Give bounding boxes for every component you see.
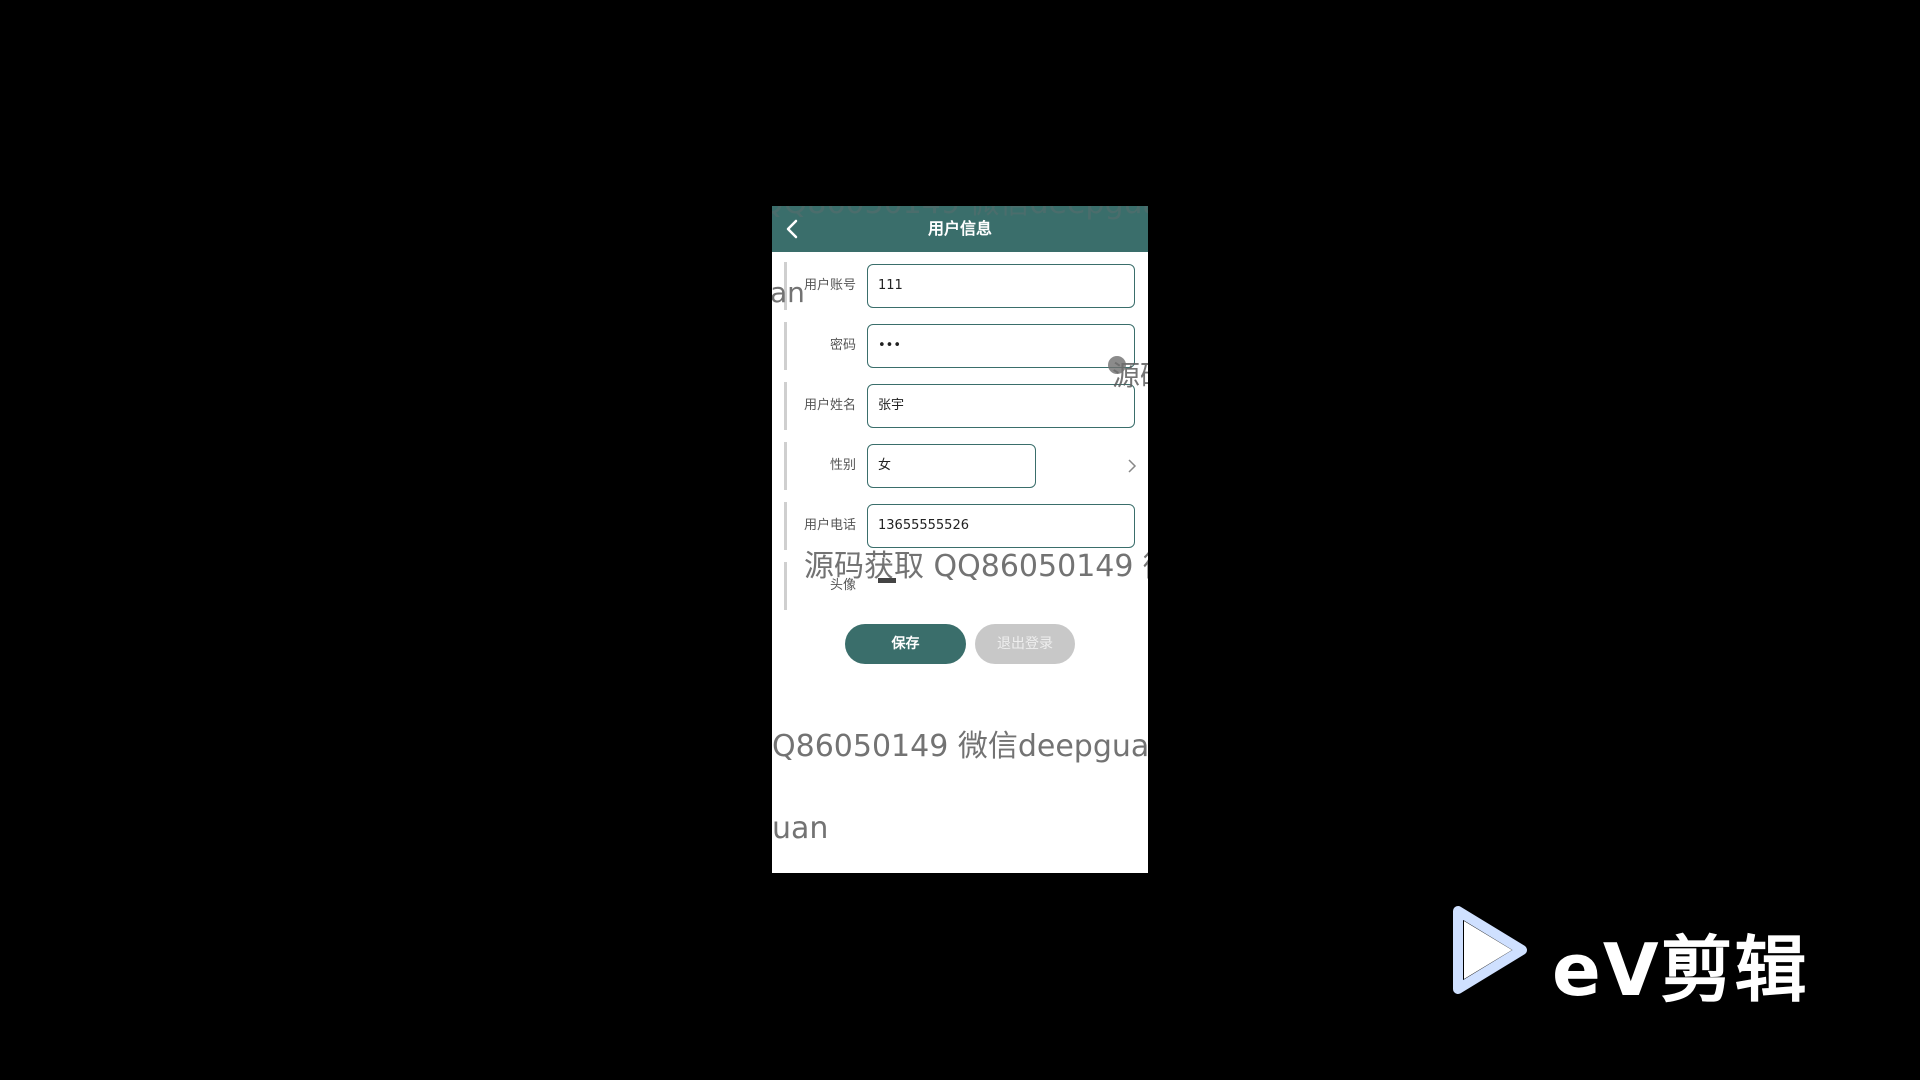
form-row-account: 用户账号 111	[784, 262, 1138, 310]
logout-button[interactable]: 退出登录	[975, 624, 1075, 664]
watermark-text: an	[772, 276, 805, 309]
watermark-text: uan	[772, 811, 829, 846]
gender-label: 性别	[829, 458, 856, 473]
password-input[interactable]: •••	[867, 324, 1135, 368]
row-accent-bar	[784, 562, 787, 610]
watermark-text: QQ86050149 微信deepguan	[772, 206, 1148, 222]
form-row-name: 用户姓名 张宇	[784, 382, 1138, 430]
account-input[interactable]: 111	[867, 264, 1135, 308]
touch-cursor	[1108, 356, 1126, 374]
chevron-right-icon[interactable]	[1126, 458, 1138, 474]
save-button[interactable]: 保存	[845, 624, 966, 664]
watermark-text: Q86050149 微信deepguan	[772, 729, 1148, 764]
row-accent-bar	[784, 322, 787, 370]
gender-select[interactable]: 女	[867, 444, 1036, 488]
form-row-password: 密码 •••	[784, 322, 1138, 370]
row-accent-bar	[784, 442, 787, 490]
row-accent-bar	[784, 502, 787, 550]
ev-brand-text: eV剪辑	[1552, 928, 1809, 1012]
form-row-gender: 性别 女	[784, 442, 1138, 490]
name-label: 用户姓名	[803, 398, 856, 413]
watermark-text: 源码获取 QQ86050149 微信deepguan	[804, 549, 1148, 584]
phone-screen: 用户信息 用户账号 111 密码 ••• 用户姓名 张宇 性别 女 用户电话 1…	[772, 206, 1148, 873]
ev-editor-logo: eV剪辑	[1450, 905, 1810, 1012]
row-accent-bar	[784, 382, 787, 430]
play-logo-icon	[1453, 906, 1527, 994]
name-input[interactable]: 张宇	[867, 384, 1135, 428]
password-label: 密码	[829, 338, 856, 353]
